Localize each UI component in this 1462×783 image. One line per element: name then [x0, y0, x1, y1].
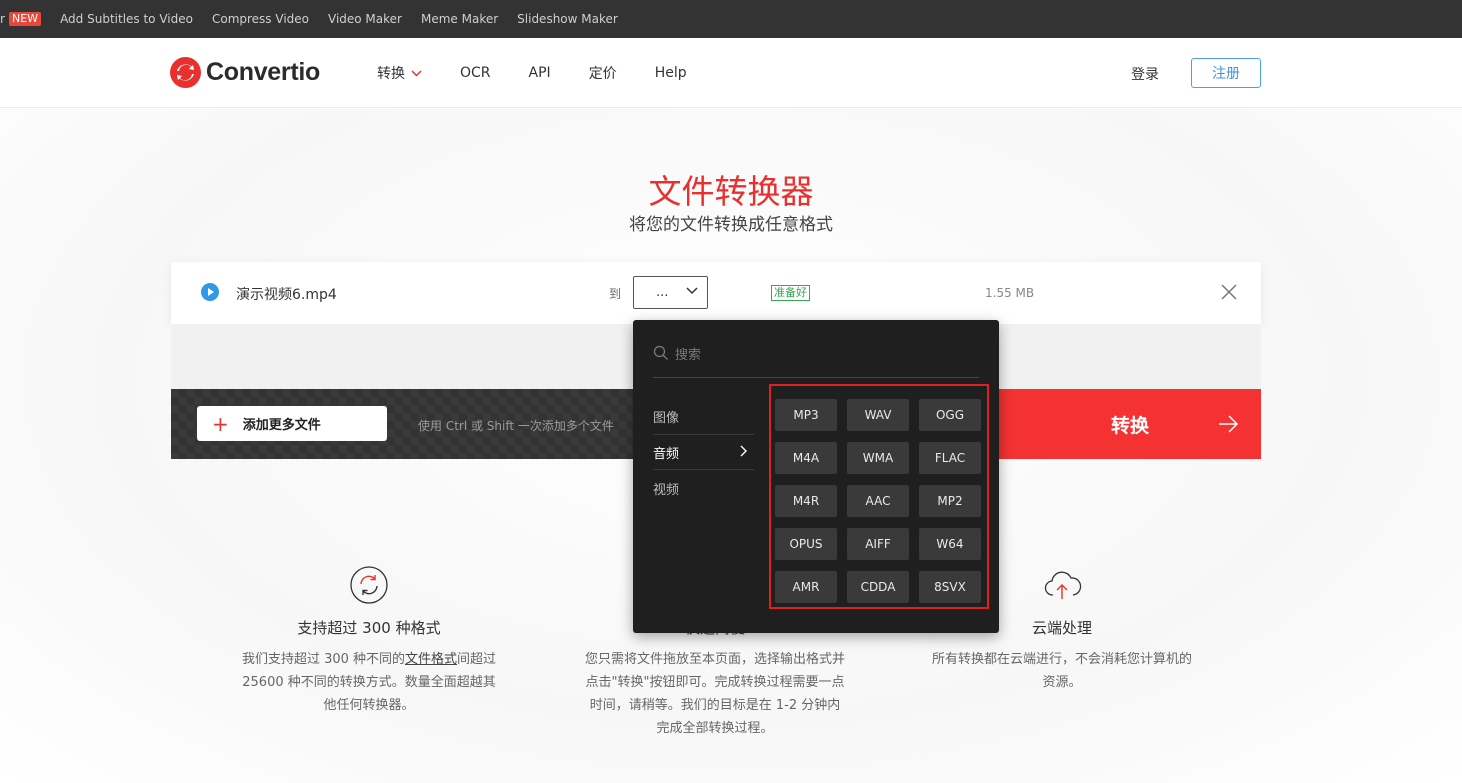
convertio-logo-icon: [170, 57, 201, 88]
nav-convert[interactable]: 转换: [377, 63, 422, 83]
main-nav: 转换 OCR API 定价 Help: [377, 38, 725, 108]
close-icon[interactable]: [1219, 282, 1239, 302]
format-option[interactable]: 8SVX: [919, 571, 981, 603]
chevron-right-icon: [740, 445, 748, 461]
format-option[interactable]: AMR: [775, 571, 837, 603]
format-option[interactable]: FLAC: [919, 442, 981, 474]
audio-format-grid: MP3 WAV OGG M4A WMA FLAC M4R AAC MP2 OPU…: [769, 384, 989, 609]
chevron-down-icon: [411, 67, 422, 80]
refresh-icon: [349, 565, 389, 605]
format-search: [653, 340, 979, 378]
feature-cloud-desc: 所有转换都在云端进行，不会消耗您计算机的资源。: [932, 652, 1193, 690]
nav-help[interactable]: Help: [655, 65, 687, 81]
category-audio[interactable]: 音频: [653, 434, 754, 470]
topbar-link-slideshow-maker[interactable]: Slideshow Maker: [517, 12, 618, 26]
feature-formats: 支持超过 300 种格式 我们支持超过 300 种不同的文件格式间超过 2560…: [239, 565, 499, 717]
format-option[interactable]: W64: [919, 528, 981, 560]
format-option[interactable]: CDDA: [847, 571, 909, 603]
feature-formats-desc-before: 我们支持超过 300 种不同的: [241, 652, 406, 667]
category-audio-label: 音频: [653, 446, 680, 462]
add-more-files-button[interactable]: + 添加更多文件: [197, 406, 387, 441]
logo[interactable]: Convertio: [170, 57, 320, 88]
feature-formats-desc: 我们支持超过 300 种不同的文件格式间超过 25600 种不同的转换方式。数量…: [239, 648, 499, 717]
topbar-cut-text: r: [0, 12, 5, 26]
format-select[interactable]: ...: [633, 276, 708, 309]
top-strip: r NEW Add Subtitles to Video Compress Vi…: [0, 0, 1462, 38]
play-icon: [201, 283, 219, 301]
search-icon: [653, 345, 669, 365]
topbar-link-add-subtitles[interactable]: Add Subtitles to Video: [60, 12, 193, 26]
chevron-down-icon: [686, 284, 698, 298]
nav-pricing[interactable]: 定价: [589, 63, 617, 83]
add-more-files-label: 添加更多文件: [242, 418, 321, 433]
format-option[interactable]: WAV: [847, 399, 909, 431]
topbar-link-meme-maker[interactable]: Meme Maker: [421, 12, 498, 26]
cloud-upload-icon: [1042, 565, 1082, 605]
category-image[interactable]: 图像: [653, 398, 754, 434]
page-title: 文件转换器: [648, 172, 814, 211]
format-option[interactable]: OPUS: [775, 528, 837, 560]
file-row: 演示视频6.mp4 到 ... 准备好 1.55 MB: [171, 262, 1261, 324]
topbar-link-video-maker[interactable]: Video Maker: [328, 12, 402, 26]
format-option[interactable]: AIFF: [847, 528, 909, 560]
logo-text: Convertio: [206, 58, 320, 86]
file-size: 1.55 MB: [985, 286, 1035, 300]
format-search-input[interactable]: [675, 344, 965, 366]
arrow-right-icon: [1217, 413, 1239, 440]
topbar-link-compress-video[interactable]: Compress Video: [212, 12, 309, 26]
add-files-hint: 使用 Ctrl 或 Shift 一次添加多个文件: [418, 419, 614, 433]
nav-api[interactable]: API: [529, 65, 551, 81]
new-badge: NEW: [9, 12, 42, 26]
format-option[interactable]: M4A: [775, 442, 837, 474]
register-button[interactable]: 注册: [1191, 58, 1261, 88]
page-subtitle: 将您的文件转换成任意格式: [629, 215, 833, 235]
format-option[interactable]: MP3: [775, 399, 837, 431]
feature-formats-title: 支持超过 300 种格式: [297, 619, 441, 637]
convert-button[interactable]: 转换: [999, 389, 1261, 459]
file-formats-link[interactable]: 文件格式: [405, 652, 457, 667]
nav-ocr[interactable]: OCR: [460, 65, 491, 81]
category-video[interactable]: 视频: [653, 470, 754, 506]
format-dropdown: 图像 音频 视频 MP3 WAV OGG M4A WMA FLAC M4R AA…: [633, 320, 999, 633]
format-option[interactable]: OGG: [919, 399, 981, 431]
plus-icon: +: [212, 411, 229, 436]
to-label: 到: [609, 287, 622, 301]
login-link[interactable]: 登录: [1131, 64, 1159, 84]
file-name: 演示视频6.mp4: [236, 287, 337, 303]
format-option[interactable]: AAC: [847, 485, 909, 517]
format-option[interactable]: MP2: [919, 485, 981, 517]
convert-button-label: 转换: [1110, 414, 1149, 437]
site-header: Convertio 转换 OCR API 定价 Help 登录 注册: [0, 38, 1462, 108]
format-option[interactable]: WMA: [847, 442, 909, 474]
nav-convert-label: 转换: [377, 66, 405, 82]
category-list: 图像 音频 视频: [653, 398, 754, 506]
format-option[interactable]: M4R: [775, 485, 837, 517]
feature-fast-desc: 您只需将文件拖放至本页面，选择输出格式并点击"转换"按钮即可。完成转换过程需要一…: [585, 652, 846, 736]
format-select-value: ...: [656, 285, 669, 300]
status-badge: 准备好: [771, 285, 810, 301]
